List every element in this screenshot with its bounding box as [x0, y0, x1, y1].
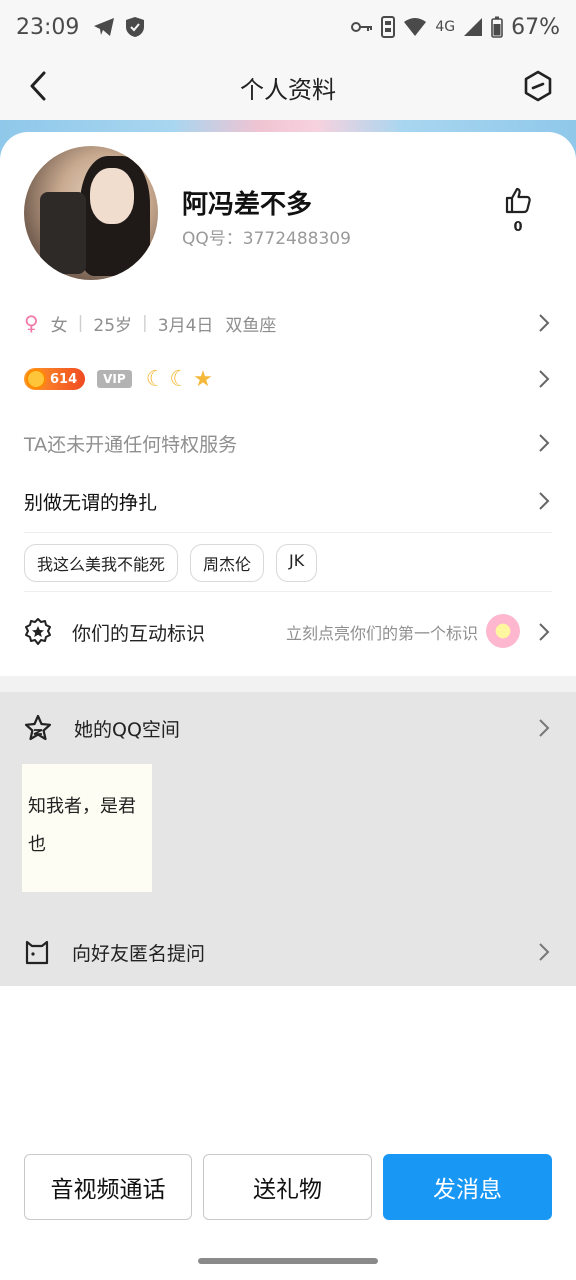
avatar[interactable] — [24, 146, 158, 280]
moon-icon: ☾ — [169, 366, 190, 392]
badge-star-icon — [25, 618, 51, 645]
signature-row[interactable]: 别做无谓的挣扎 — [24, 486, 552, 516]
female-icon: ♀ — [24, 311, 39, 335]
telegram-icon — [94, 18, 115, 36]
home-indicator[interactable] — [198, 1258, 378, 1264]
battery-percent: 67% — [511, 14, 560, 40]
chevron-right-icon — [539, 623, 550, 641]
send-gift-button[interactable]: 送礼物 — [203, 1154, 372, 1220]
status-bar: 23:09 4G 67% — [0, 0, 576, 54]
tag-chip[interactable]: 我这么美我不能死 — [24, 544, 179, 582]
profile-card: 阿冯差不多 QQ号：3772488309 0 ♀ 女 | 25岁 | 3月4日 … — [0, 132, 576, 680]
gender-text: 女 — [50, 315, 68, 336]
flower-mark-icon — [486, 614, 520, 648]
tag-list: 我这么美我不能死 周杰伦 JK — [24, 544, 318, 582]
back-button[interactable] — [18, 66, 58, 106]
chevron-right-icon — [539, 370, 550, 388]
hexagon-slash-icon — [524, 70, 552, 102]
birthday-text: 3月4日 — [157, 315, 214, 336]
qzone-row[interactable]: 她的QQ空间 — [24, 712, 552, 744]
coin-icon — [26, 369, 46, 389]
anonymous-question-label: 向好友匿名提问 — [72, 942, 206, 965]
send-message-button[interactable]: 发消息 — [383, 1154, 552, 1220]
tag-chip[interactable]: 周杰伦 — [190, 544, 265, 582]
privilege-row[interactable]: TA还未开通任何特权服务 — [24, 428, 552, 458]
network-type: 4G — [435, 19, 456, 35]
wifi-icon — [404, 18, 427, 36]
profile-name: 阿冯差不多 — [182, 190, 313, 220]
interaction-label: 你们的互动标识 — [72, 622, 206, 645]
interaction-hint: 立刻点亮你们的第一个标识 — [285, 624, 478, 643]
signal-icon — [464, 18, 483, 36]
qzone-label: 她的QQ空间 — [74, 718, 180, 741]
badges-row[interactable]: 614 VIP ☾ ☾ ★ — [24, 364, 552, 394]
thumbs-up-icon — [505, 187, 531, 214]
tag-chip[interactable]: JK — [276, 544, 318, 582]
chevron-right-icon — [539, 943, 550, 961]
chevron-right-icon — [539, 434, 550, 452]
vip-badge: VIP — [97, 370, 132, 388]
more-options-button[interactable] — [518, 66, 558, 106]
shield-icon — [126, 17, 145, 37]
qq-number: QQ号：3772488309 — [182, 229, 351, 249]
video-call-button[interactable]: 音视频通话 — [24, 1154, 192, 1220]
anonymous-question-row[interactable]: 向好友匿名提问 — [24, 934, 552, 970]
divider — [24, 532, 552, 533]
level-badge: 614 — [24, 368, 86, 390]
key-icon — [351, 22, 373, 32]
basic-info-row[interactable]: ♀ 女 | 25岁 | 3月4日 双鱼座 — [24, 308, 552, 338]
chevron-right-icon — [539, 719, 550, 737]
divider — [24, 591, 552, 592]
qzone-section: 她的QQ空间 知我者，是君也 向好友匿名提问 — [0, 692, 576, 986]
status-time: 23:09 — [16, 14, 80, 40]
privilege-text: TA还未开通任何特权服务 — [24, 433, 238, 456]
level-number: 614 — [50, 371, 78, 387]
page-title: 个人资料 — [240, 75, 336, 104]
like-count: 0 — [513, 220, 523, 235]
qzone-post-card[interactable]: 知我者，是君也 — [22, 764, 152, 892]
chevron-right-icon — [539, 492, 550, 510]
battery-icon — [491, 16, 503, 38]
signature-text: 别做无谓的挣扎 — [24, 491, 158, 514]
chevron-right-icon — [539, 314, 550, 332]
section-gap — [0, 676, 576, 692]
chevron-left-icon — [30, 71, 46, 101]
cat-box-icon — [25, 940, 49, 965]
moon-icon: ☾ — [145, 366, 166, 392]
like-button[interactable]: 0 — [498, 186, 538, 240]
interaction-mark-row[interactable]: 你们的互动标识 立刻点亮你们的第一个标识 — [24, 612, 552, 652]
top-nav-bar: 个人资料 — [0, 54, 576, 120]
zodiac-text: 双鱼座 — [225, 315, 277, 336]
age-text: 25岁 — [93, 315, 133, 336]
star-icon: ★ — [193, 366, 213, 392]
star-outline-icon — [24, 714, 52, 741]
vibrate-icon — [381, 16, 396, 38]
